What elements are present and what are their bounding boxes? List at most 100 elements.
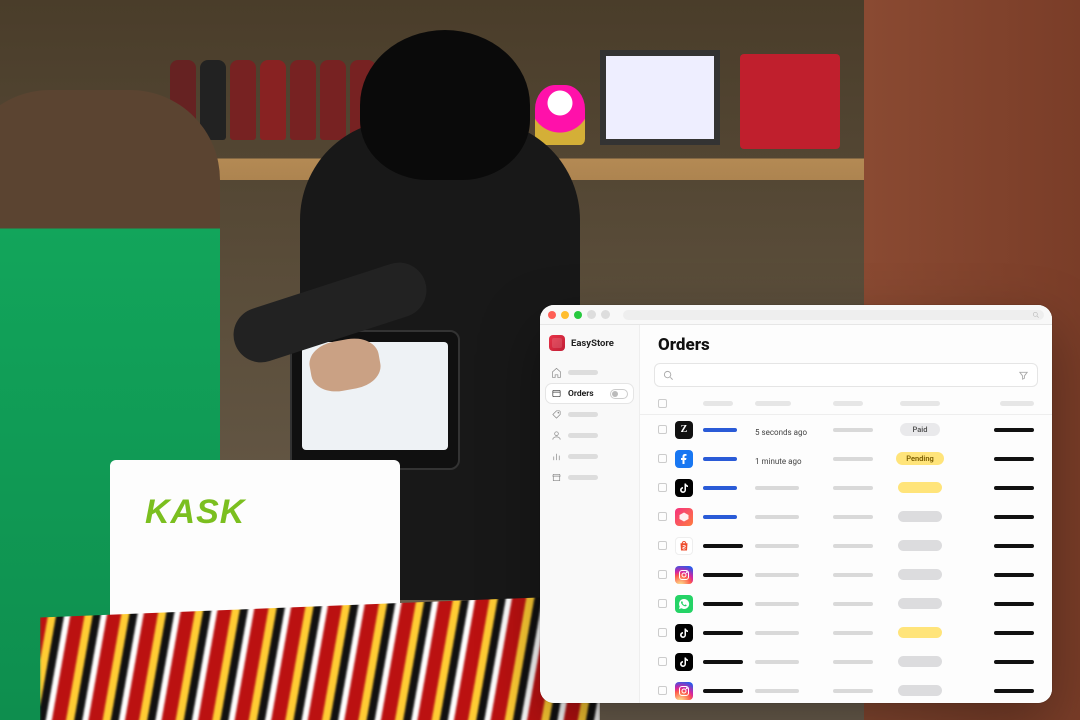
status-badge: Pending	[896, 452, 944, 465]
status-badge	[898, 569, 942, 580]
table-row[interactable]: 1 minute ago Pending	[640, 444, 1052, 473]
row-action[interactable]	[994, 486, 1034, 490]
nav-label-placeholder	[568, 370, 598, 375]
orders-toggle[interactable]	[610, 389, 628, 399]
search-icon	[1032, 311, 1040, 319]
sidebar-item-label: Orders	[568, 389, 594, 399]
order-link[interactable]	[703, 573, 743, 577]
window-zoom-button[interactable]	[574, 311, 582, 319]
placeholder	[833, 689, 873, 693]
status-badge: Paid	[900, 423, 940, 436]
app-window: EasyStore Orders	[540, 305, 1052, 703]
table-header	[640, 393, 1052, 415]
status-badge	[898, 627, 942, 638]
main-content: Orders 5 seconds agoPaid 1 minute ago Pend…	[640, 325, 1052, 703]
user-icon	[551, 430, 562, 441]
sidebar-item-orders[interactable]: Orders	[546, 384, 633, 403]
shopee-icon	[675, 537, 693, 555]
row-action[interactable]	[994, 544, 1034, 548]
sidebar-item-store[interactable]	[546, 468, 633, 487]
row-action[interactable]	[994, 631, 1034, 635]
row-checkbox[interactable]	[658, 425, 667, 434]
row-checkbox[interactable]	[658, 454, 667, 463]
row-action[interactable]	[994, 457, 1034, 461]
row-action[interactable]	[994, 515, 1034, 519]
placeholder	[755, 573, 799, 577]
table-row[interactable]	[640, 473, 1052, 502]
browser-tab[interactable]	[587, 310, 596, 319]
page-title: Orders	[640, 325, 1052, 363]
placeholder	[755, 602, 799, 606]
row-checkbox[interactable]	[658, 599, 667, 608]
row-checkbox[interactable]	[658, 686, 667, 695]
order-link[interactable]	[703, 631, 743, 635]
table-row[interactable]	[640, 589, 1052, 618]
sidebar: EasyStore Orders	[540, 325, 640, 703]
brand[interactable]: EasyStore	[546, 335, 633, 351]
table-row[interactable]	[640, 647, 1052, 676]
select-all-checkbox[interactable]	[658, 399, 667, 408]
sidebar-item-customers[interactable]	[546, 426, 633, 445]
nav-label-placeholder	[568, 412, 598, 417]
placeholder	[833, 515, 873, 519]
order-link[interactable]	[703, 428, 737, 432]
row-checkbox[interactable]	[658, 483, 667, 492]
row-action[interactable]	[994, 660, 1034, 664]
search-input[interactable]	[682, 370, 1010, 381]
filter-icon[interactable]	[1018, 370, 1029, 381]
row-checkbox[interactable]	[658, 541, 667, 550]
placeholder	[755, 631, 799, 635]
placeholder	[833, 573, 873, 577]
placeholder	[755, 515, 799, 519]
table-row[interactable]: 5 seconds agoPaid	[640, 415, 1052, 444]
placeholder	[833, 486, 873, 490]
row-action[interactable]	[994, 602, 1034, 606]
status-badge	[898, 656, 942, 667]
chart-icon	[551, 451, 562, 462]
order-link[interactable]	[703, 660, 743, 664]
row-action[interactable]	[994, 428, 1034, 432]
table-row[interactable]	[640, 502, 1052, 531]
store-icon	[551, 472, 562, 483]
tiktok-icon	[675, 624, 693, 642]
sidebar-nav: Orders	[546, 363, 633, 487]
zalora-icon	[675, 421, 693, 439]
brand-name: EasyStore	[571, 338, 614, 349]
order-link[interactable]	[703, 602, 743, 606]
table-row[interactable]	[640, 560, 1052, 589]
table-row[interactable]	[640, 676, 1052, 703]
sidebar-item-products[interactable]	[546, 405, 633, 424]
nav-label-placeholder	[568, 475, 598, 480]
order-link[interactable]	[703, 515, 737, 519]
window-close-button[interactable]	[548, 311, 556, 319]
window-minimize-button[interactable]	[561, 311, 569, 319]
order-time: 1 minute ago	[755, 457, 802, 466]
browser-tab[interactable]	[601, 310, 610, 319]
sidebar-item-home[interactable]	[546, 363, 633, 382]
address-bar[interactable]	[623, 310, 1044, 320]
brand-logo-icon	[549, 335, 565, 351]
placeholder	[755, 544, 799, 548]
row-checkbox[interactable]	[658, 570, 667, 579]
table-row[interactable]	[640, 531, 1052, 560]
row-checkbox[interactable]	[658, 657, 667, 666]
placeholder	[833, 428, 873, 432]
tag-icon	[551, 409, 562, 420]
orders-icon	[551, 388, 562, 399]
sidebar-item-analytics[interactable]	[546, 447, 633, 466]
row-checkbox[interactable]	[658, 628, 667, 637]
box-brand-text: KASK	[145, 495, 245, 529]
order-link[interactable]	[703, 544, 743, 548]
row-action[interactable]	[994, 573, 1034, 577]
placeholder	[833, 544, 873, 548]
row-action[interactable]	[994, 689, 1034, 693]
order-link[interactable]	[703, 457, 737, 461]
placeholder	[833, 602, 873, 606]
status-badge	[898, 511, 942, 522]
search-bar[interactable]	[654, 363, 1038, 387]
table-row[interactable]	[640, 618, 1052, 647]
tiktok-icon	[675, 653, 693, 671]
order-link[interactable]	[703, 486, 737, 490]
row-checkbox[interactable]	[658, 512, 667, 521]
order-link[interactable]	[703, 689, 743, 693]
